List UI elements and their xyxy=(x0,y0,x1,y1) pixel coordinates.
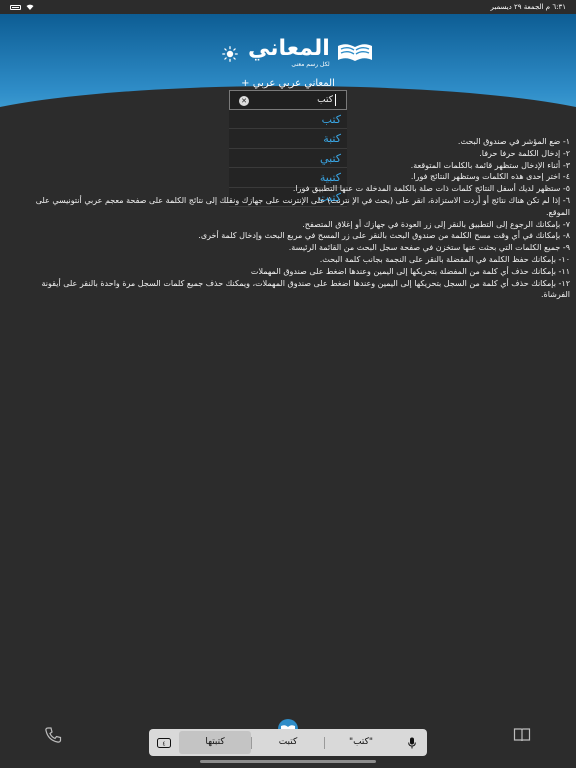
clear-search-button[interactable]: ✕ xyxy=(239,96,249,106)
text-caret xyxy=(335,94,336,106)
logo-text: المعاني لكل رسم معنى xyxy=(248,38,330,68)
phone-icon[interactable] xyxy=(44,726,62,744)
home-indicator xyxy=(200,760,376,763)
instruction-line: ٧- بإمكانك الرجوع إلى التطبيق بالنقر إلى… xyxy=(302,219,570,229)
instruction-line: ١٠- بإمكانك حفظ الكلمة في المفضلة بالنقر… xyxy=(319,254,570,264)
status-bar: ٦:٣١ م الجمعة ٢٩ ديسمبر xyxy=(0,0,576,14)
search-box[interactable]: ✕ xyxy=(229,90,347,110)
instruction-line: ١١- بإمكانك حذف أي كلمة من المفضلة بتحري… xyxy=(250,266,570,276)
book-icon[interactable] xyxy=(513,726,531,744)
logo-tagline: لكل رسم معنى xyxy=(291,61,330,68)
suggestion-item[interactable]: كتب xyxy=(229,110,347,130)
instruction-line: ٤- اختر إحدى هذه الكلمات وستظهر النتائج … xyxy=(410,172,570,182)
microphone-icon[interactable] xyxy=(397,729,427,756)
instruction-line: ١- ضع المؤشر في صندوق البحث. xyxy=(457,137,570,146)
keyboard-icon[interactable]: ٤ xyxy=(149,729,179,756)
instruction-line: ٢- إدخال الكلمة حرفا حرفا. xyxy=(479,148,570,158)
wifi-icon xyxy=(26,4,34,10)
logo-book-icon xyxy=(337,44,372,61)
keyboard-suggestion[interactable]: كتبت xyxy=(252,729,324,756)
status-time-date: ٦:٣١ م الجمعة ٢٩ ديسمبر xyxy=(490,3,566,11)
app-logo: المعاني لكل رسم معنى xyxy=(248,38,374,68)
svg-text:٤: ٤ xyxy=(162,740,165,747)
dictionary-selector[interactable]: المعاني عربي عربي + xyxy=(0,78,576,89)
logo-title: المعاني xyxy=(248,36,330,61)
instructions-text: ١- ضع المؤشر في صندوق البحث. ٢- إدخال ال… xyxy=(14,136,570,301)
instruction-line: ٨- بإمكانك في أي وقت مسح الكلمة من صندوق… xyxy=(198,231,570,241)
instruction-line: ٥- ستظهر لديك أسفل النتائج كلمات ذات صلة… xyxy=(292,184,570,194)
sun-icon[interactable] xyxy=(222,46,238,62)
instruction-line: ١٢- بإمكانك حذف أي كلمة من السجل بتحريكه… xyxy=(41,278,570,300)
instruction-line: ٣- أثناء الإدخال ستظهر قائمة بالكلمات ال… xyxy=(410,160,570,170)
search-input[interactable] xyxy=(253,95,333,105)
instruction-line: ٦- إذا لم تكن هناك نتائج أو أردت الاستزا… xyxy=(35,195,570,217)
keyboard-suggestion[interactable]: "كتب" xyxy=(325,729,397,756)
instruction-line: ٩- جميع الكلمات التي بحثت عنها ستخزن في … xyxy=(288,243,570,253)
keyboard-suggestion-bar: ٤ كتبتها كتبت "كتب" xyxy=(149,729,427,756)
status-indicators xyxy=(10,4,34,10)
battery-icon xyxy=(10,4,21,10)
keyboard-suggestion[interactable]: كتبتها xyxy=(179,731,251,754)
